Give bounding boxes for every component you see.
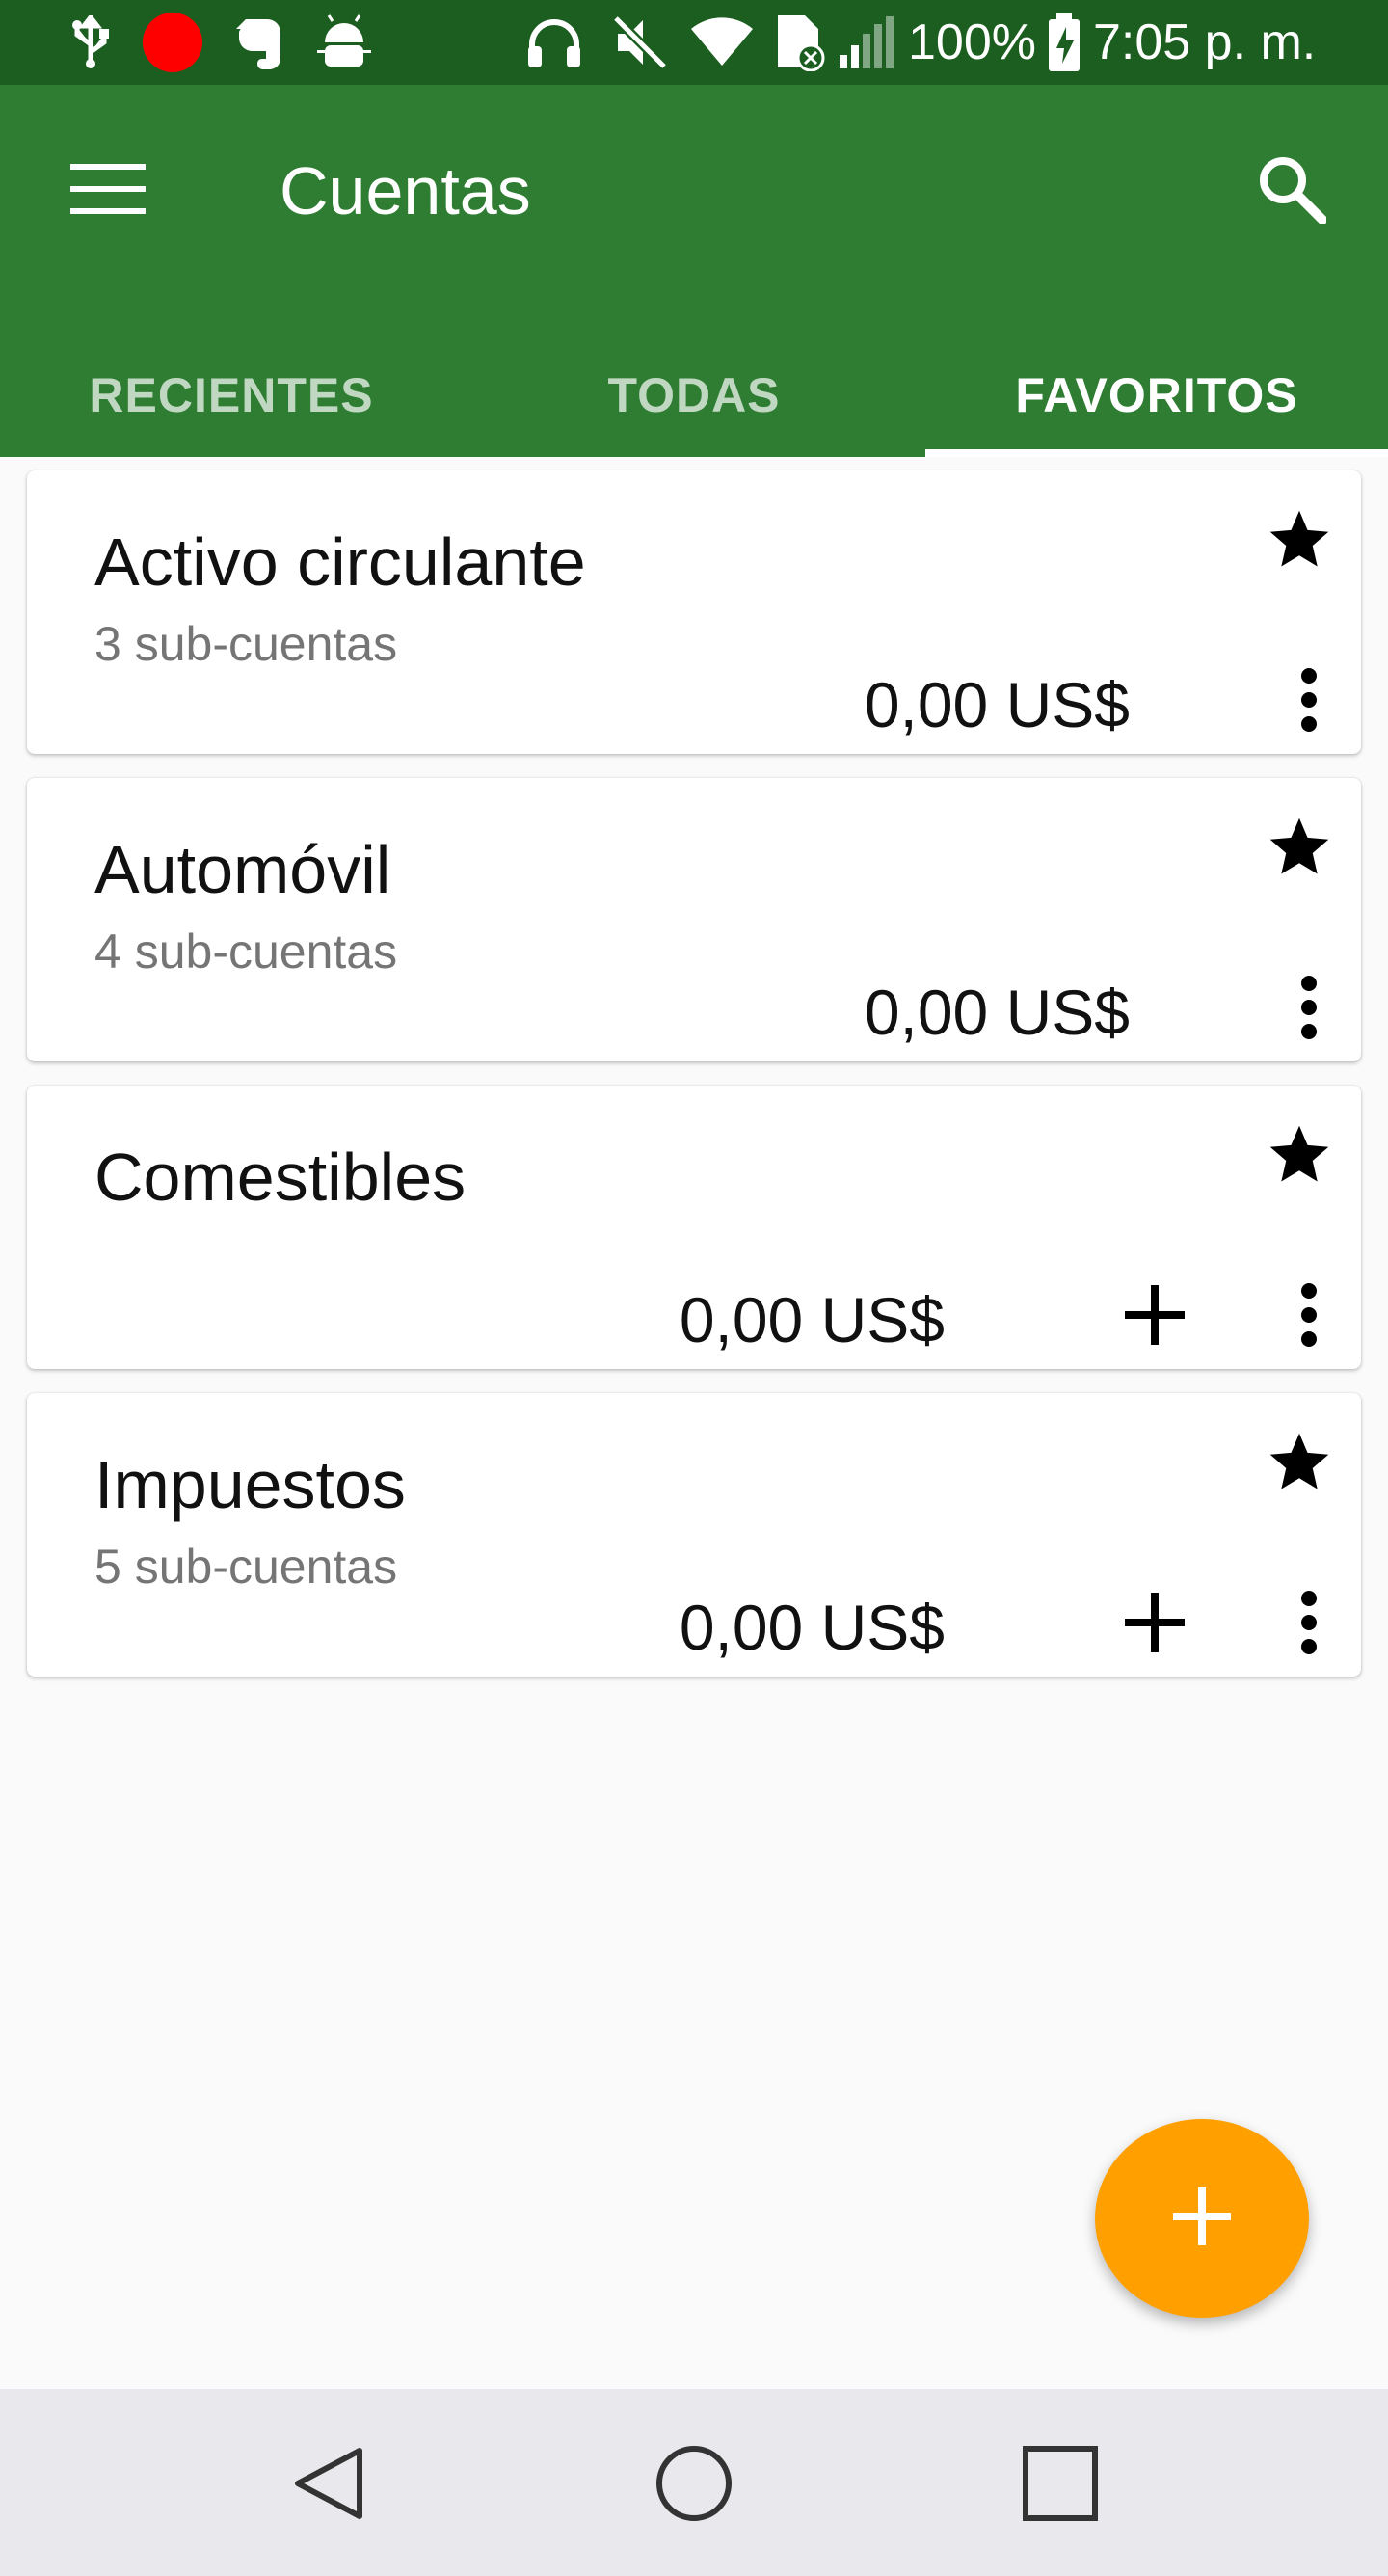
account-card[interactable]: Impuestos 5 sub-cuentas 0,00 US$	[27, 1393, 1361, 1677]
evernote-icon	[229, 0, 289, 85]
subaccount-count: 5 sub-cuentas	[94, 1540, 398, 1594]
tab-favoritos[interactable]: FAVORITOS	[925, 334, 1388, 457]
recents-button[interactable]	[1002, 2428, 1118, 2543]
plus-icon	[1173, 2187, 1231, 2250]
battery-charging-icon	[1045, 0, 1083, 85]
record-icon	[141, 0, 204, 85]
hamburger-menu-icon	[70, 163, 146, 219]
signal-icon	[837, 0, 896, 85]
subaccount-count: 3 sub-cuentas	[94, 617, 398, 671]
favorite-star-icon[interactable]	[1251, 492, 1348, 588]
app-bar: Cuentas RECIENTES TODAS FAVORITOS	[0, 85, 1388, 457]
more-options-icon[interactable]	[1261, 1267, 1357, 1363]
account-card[interactable]: Comestibles 0,00 US$	[27, 1086, 1361, 1369]
account-name: Comestibles	[94, 1140, 467, 1215]
page-title: Cuentas	[280, 153, 531, 228]
clock: 7:05 p. m.	[1093, 14, 1317, 70]
more-options-icon[interactable]	[1261, 959, 1357, 1056]
search-button[interactable]	[1234, 133, 1349, 249]
account-card[interactable]: Activo circulante 3 sub-cuentas 0,00 US$	[27, 470, 1361, 754]
recents-square-icon	[1022, 2445, 1099, 2527]
wifi-icon	[688, 0, 756, 85]
android-debug-icon	[312, 0, 376, 85]
back-button[interactable]	[270, 2428, 386, 2543]
favorite-star-icon[interactable]	[1251, 1414, 1348, 1511]
tab-bar: RECIENTES TODAS FAVORITOS	[0, 334, 1388, 457]
home-button[interactable]	[636, 2428, 752, 2543]
add-transaction-icon[interactable]	[1107, 1574, 1203, 1671]
menu-button[interactable]	[50, 133, 166, 249]
mute-icon	[611, 0, 669, 85]
account-balance: 0,00 US$	[679, 1284, 945, 1355]
tab-todas[interactable]: TODAS	[463, 334, 925, 457]
usb-icon	[64, 0, 118, 85]
home-circle-icon	[654, 2444, 734, 2528]
search-icon	[1257, 154, 1327, 228]
favorite-star-icon[interactable]	[1251, 799, 1348, 896]
more-options-icon[interactable]	[1261, 1574, 1357, 1671]
account-name: Automóvil	[94, 832, 391, 907]
account-card[interactable]: Automóvil 4 sub-cuentas 0,00 US$	[27, 778, 1361, 1061]
add-transaction-icon[interactable]	[1107, 1267, 1203, 1363]
sim-error-icon	[771, 0, 829, 85]
status-bar: 100% 7:05 p. m.	[0, 0, 1388, 85]
tab-recientes[interactable]: RECIENTES	[0, 334, 463, 457]
more-options-icon[interactable]	[1261, 652, 1357, 748]
account-balance: 0,00 US$	[864, 977, 1130, 1048]
account-balance: 0,00 US$	[864, 669, 1130, 740]
battery-percent: 100%	[908, 14, 1036, 70]
account-name: Impuestos	[94, 1447, 406, 1522]
account-balance: 0,00 US$	[679, 1592, 945, 1663]
system-nav-bar	[0, 2389, 1388, 2576]
headphones-icon	[524, 0, 584, 85]
favorite-star-icon[interactable]	[1251, 1107, 1348, 1203]
add-account-fab[interactable]	[1095, 2119, 1309, 2318]
back-triangle-icon	[290, 2445, 365, 2527]
subaccount-count: 4 sub-cuentas	[94, 925, 398, 979]
account-name: Activo circulante	[94, 524, 586, 600]
